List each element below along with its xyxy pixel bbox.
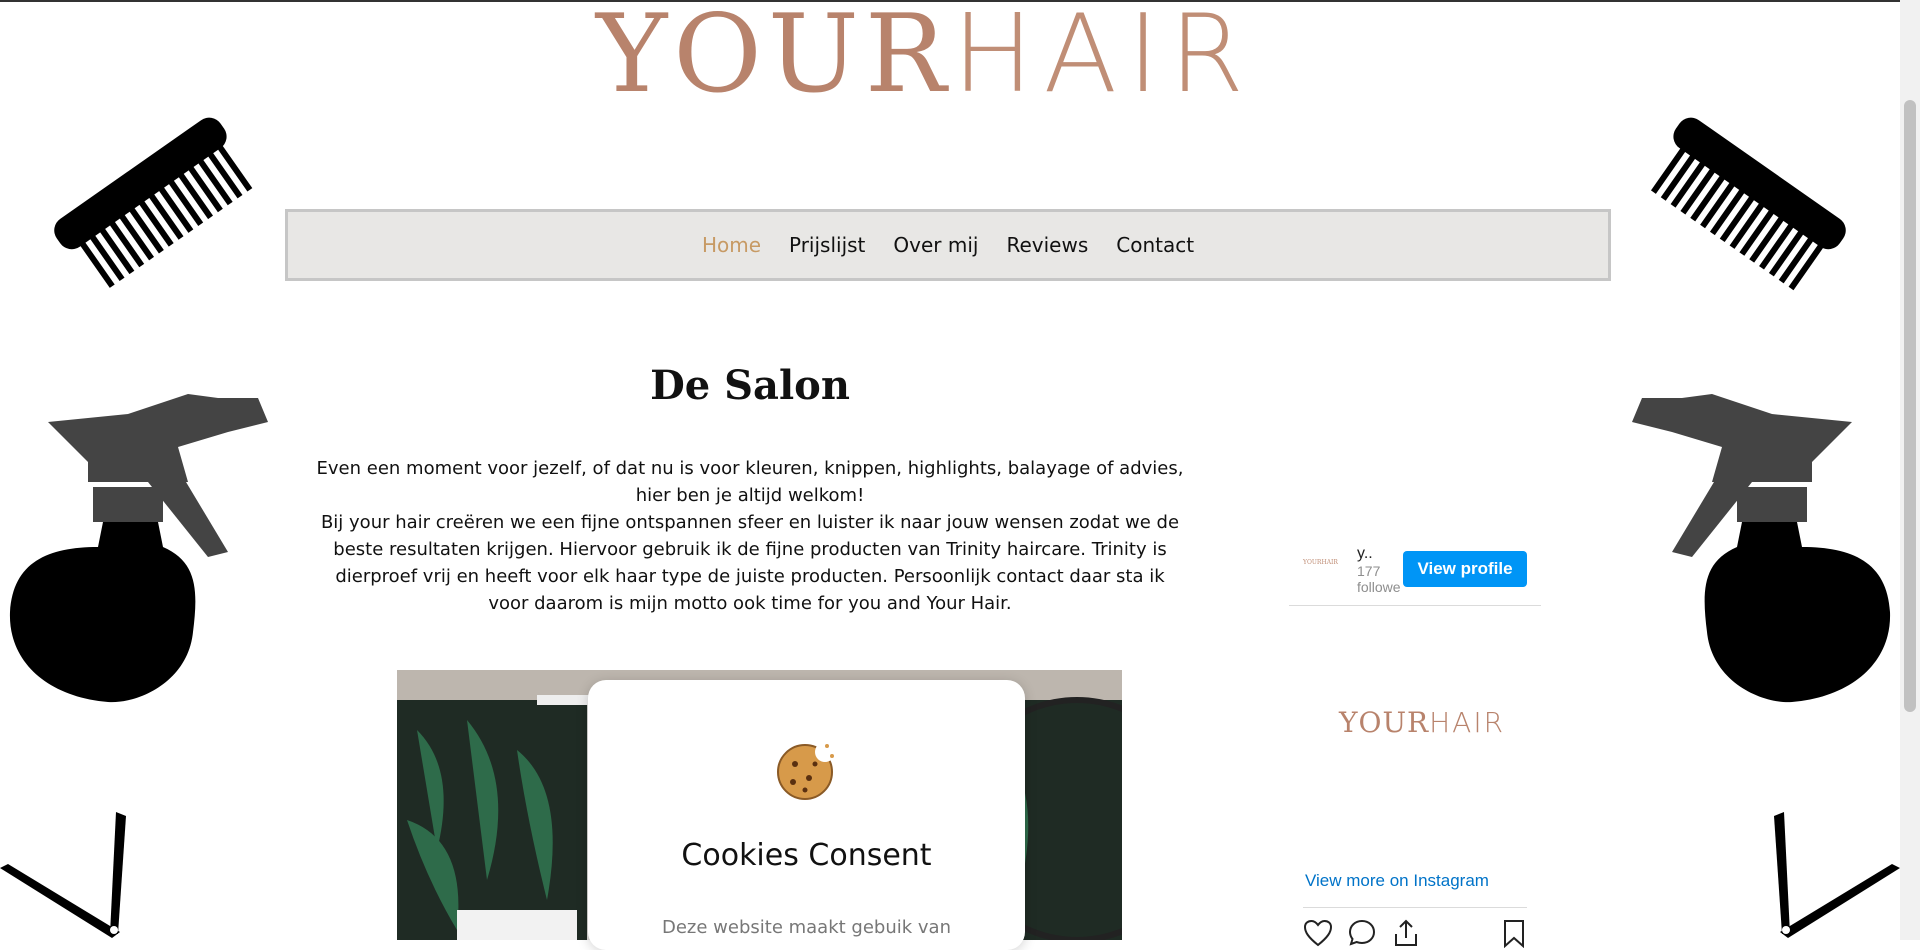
comment-icon[interactable] bbox=[1347, 918, 1377, 948]
view-more-instagram-link[interactable]: View more on Instagram bbox=[1305, 871, 1489, 891]
view-profile-button[interactable]: View profile bbox=[1403, 551, 1527, 587]
instagram-username[interactable]: y.. bbox=[1357, 545, 1373, 563]
comb-icon bbox=[54, 117, 253, 288]
bookmark-icon[interactable] bbox=[1501, 918, 1527, 948]
page-scrollbar[interactable] bbox=[1900, 0, 1920, 940]
nav-item-home[interactable]: Home bbox=[688, 233, 775, 257]
cookie-consent-modal: Cookies Consent Deze website maakt gebui… bbox=[588, 680, 1025, 950]
intro-text: Even een moment voor jezelf, of dat nu i… bbox=[315, 455, 1185, 617]
intro-paragraph: Even een moment voor jezelf, of dat nu i… bbox=[316, 458, 1184, 506]
page-title: De Salon bbox=[650, 362, 850, 409]
instagram-post-logo[interactable]: YOURHAIR bbox=[1339, 706, 1505, 739]
cookie-icon bbox=[777, 742, 835, 800]
scissors-icon bbox=[0, 812, 126, 938]
comb-icon bbox=[1650, 117, 1846, 291]
instagram-followers: 177 followers bbox=[1357, 563, 1401, 595]
site-logo[interactable]: YOURHAIR bbox=[596, 0, 1301, 110]
avatar-logo-text: YOUR bbox=[1303, 559, 1322, 566]
spray-bottle-icon bbox=[1632, 394, 1891, 703]
ig-logo-your: YOUR bbox=[1339, 706, 1430, 739]
scrollbar-thumb[interactable] bbox=[1904, 100, 1916, 712]
instagram-avatar[interactable]: YOURHAIR bbox=[1303, 559, 1338, 573]
logo-part-hair: HAIR bbox=[952, 0, 1255, 117]
ig-logo-hair: HAIR bbox=[1429, 706, 1506, 739]
logo-part-your: YOUR bbox=[596, 0, 953, 117]
nav-item-over-mij[interactable]: Over mij bbox=[879, 233, 992, 257]
intro-paragraph: Bij your hair creëren we een fijne ontsp… bbox=[320, 512, 1180, 614]
nav-item-contact[interactable]: Contact bbox=[1102, 233, 1208, 257]
main-navigation: Home Prijslijst Over mij Reviews Contact bbox=[285, 209, 1611, 281]
cookie-modal-title: Cookies Consent bbox=[681, 838, 932, 873]
instagram-actions bbox=[1303, 907, 1527, 948]
instagram-header: YOURHAIR y.. 177 followers View profile bbox=[1289, 535, 1541, 606]
avatar-logo-text: HAIR bbox=[1321, 559, 1338, 566]
scissors-icon bbox=[1774, 812, 1900, 938]
share-icon[interactable] bbox=[1391, 918, 1421, 948]
nav-item-prijslijst[interactable]: Prijslijst bbox=[775, 233, 879, 257]
nav-item-reviews[interactable]: Reviews bbox=[992, 233, 1102, 257]
spray-bottle-icon bbox=[9, 394, 268, 703]
heart-icon[interactable] bbox=[1303, 918, 1333, 948]
cookie-modal-text: Deze website maakt gebuik van bbox=[661, 917, 951, 938]
